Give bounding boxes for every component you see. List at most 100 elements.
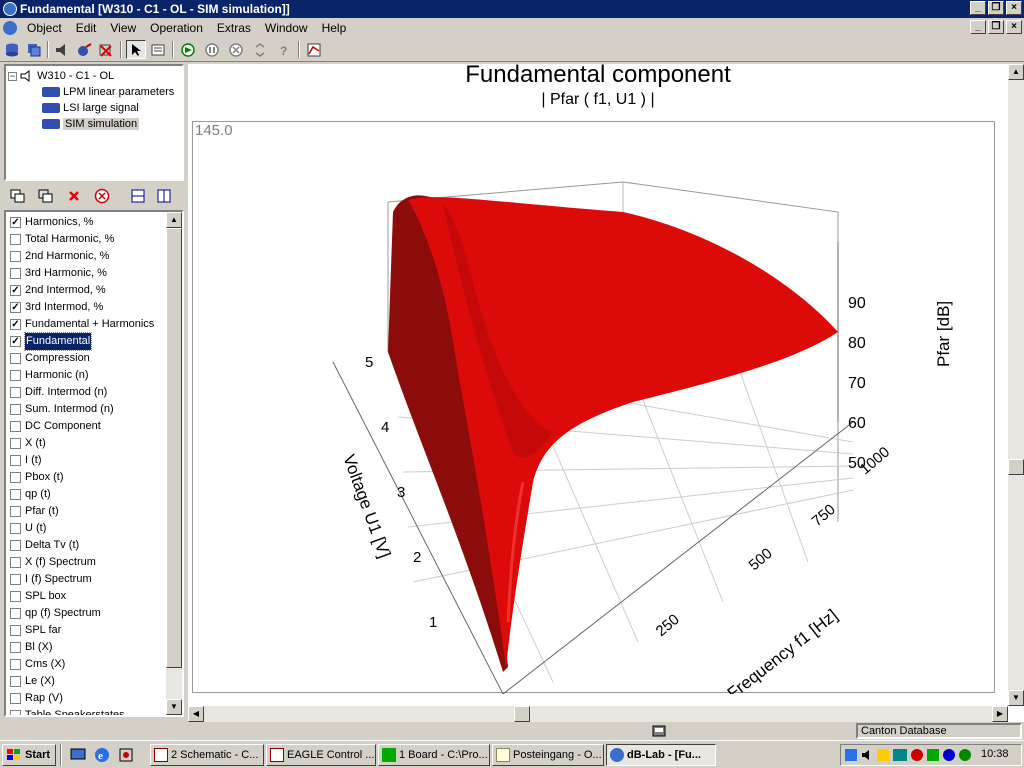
tray-status-icon[interactable]: [959, 749, 971, 761]
checkbox[interactable]: [10, 710, 21, 715]
tray-sync-icon[interactable]: [927, 749, 939, 761]
list-item[interactable]: ✓ 3rd Intermod, %: [10, 299, 103, 316]
checkbox[interactable]: [10, 693, 21, 704]
tray-globe-icon[interactable]: [943, 749, 955, 761]
menu-help[interactable]: Help: [315, 21, 354, 35]
list-item[interactable]: SPL box: [10, 588, 66, 605]
child-close-button[interactable]: ×: [1006, 20, 1022, 34]
task-board[interactable]: 1 Board - C:\Pro...: [378, 744, 490, 766]
chart-scroll-right[interactable]: ▶: [992, 706, 1008, 722]
list-item[interactable]: ✓ 2nd Intermod, %: [10, 282, 106, 299]
checkbox[interactable]: [10, 438, 21, 449]
list-item[interactable]: Delta Tv (t): [10, 537, 79, 554]
select-tool-icon[interactable]: [126, 40, 146, 59]
task-dblab[interactable]: dB-Lab - [Fu...: [606, 744, 716, 766]
checkbox[interactable]: [10, 642, 21, 653]
tray-printer-icon[interactable]: [893, 749, 907, 761]
child-minimize-button[interactable]: _: [970, 20, 986, 34]
checkbox[interactable]: [10, 234, 21, 245]
chart-hscroll[interactable]: ◀ ▶: [188, 706, 1008, 722]
chart-scroll-up[interactable]: ▲: [1008, 64, 1024, 80]
chart-vscroll[interactable]: ▲ ▼: [1008, 64, 1024, 706]
multi-database-icon[interactable]: [24, 40, 44, 59]
checkbox[interactable]: [10, 659, 21, 670]
list-item[interactable]: Le (X): [10, 673, 55, 690]
checkbox[interactable]: [10, 404, 21, 415]
list-item[interactable]: Bl (X): [10, 639, 53, 656]
list-item[interactable]: ✓ Fundamental + Harmonics: [10, 316, 154, 333]
scroll-up-button[interactable]: ▲: [166, 212, 182, 228]
start-button[interactable]: Start: [2, 744, 56, 766]
checkbox[interactable]: [10, 387, 21, 398]
run-icon[interactable]: [178, 40, 198, 59]
list-item[interactable]: Table Speakerstates: [10, 707, 125, 715]
checkbox[interactable]: [10, 268, 21, 279]
list-item[interactable]: Pfar (t): [10, 503, 59, 520]
menu-edit[interactable]: Edit: [69, 21, 104, 35]
checkbox[interactable]: [10, 591, 21, 602]
list-item[interactable]: 3rd Harmonic, %: [10, 265, 107, 282]
list-item[interactable]: I (t): [10, 452, 42, 469]
list-item[interactable]: Total Harmonic, %: [10, 231, 114, 248]
tray-app-icon[interactable]: [877, 749, 889, 761]
tree-root[interactable]: − W310 - C1 - OL: [8, 68, 114, 84]
chart-scroll-left[interactable]: ◀: [188, 706, 204, 722]
checkbox[interactable]: [10, 421, 21, 432]
scroll-down-button[interactable]: ▼: [166, 699, 182, 715]
list-item[interactable]: U (t): [10, 520, 46, 537]
checkbox[interactable]: [10, 506, 21, 517]
chart-icon[interactable]: [304, 40, 324, 59]
chart-scroll-down[interactable]: ▼: [1008, 690, 1024, 706]
close-button[interactable]: ×: [1006, 1, 1022, 15]
checkbox[interactable]: [10, 540, 21, 551]
list-item[interactable]: X (f) Spectrum: [10, 554, 96, 571]
list-item[interactable]: Pbox (t): [10, 469, 64, 486]
tree-item-sim[interactable]: SIM simulation: [42, 116, 140, 132]
menu-view[interactable]: View: [103, 21, 143, 35]
paste-item-icon[interactable]: [36, 186, 56, 205]
properties-icon[interactable]: [148, 40, 168, 59]
menu-operation[interactable]: Operation: [143, 21, 210, 35]
list-item[interactable]: qp (f) Spectrum: [10, 605, 101, 622]
step-icon[interactable]: [250, 40, 270, 59]
menu-window[interactable]: Window: [258, 21, 315, 35]
list-item[interactable]: Harmonic (n): [10, 367, 89, 384]
list-item[interactable]: DC Component: [10, 418, 101, 435]
split-vertical-icon[interactable]: [154, 186, 174, 205]
list-item[interactable]: Diff. Intermod (n): [10, 384, 107, 401]
restore-button[interactable]: ❐: [988, 1, 1004, 15]
list-item[interactable]: Cms (X): [10, 656, 65, 673]
list-item[interactable]: Compression: [10, 350, 90, 367]
checkbox[interactable]: [10, 455, 21, 466]
split-horizontal-icon[interactable]: [128, 186, 148, 205]
checkbox[interactable]: ✓: [10, 285, 21, 296]
speaker-icon[interactable]: [52, 40, 72, 59]
checkbox[interactable]: ✓: [10, 217, 21, 228]
list-scrollbar[interactable]: ▲ ▼: [166, 212, 182, 715]
checkbox[interactable]: [10, 676, 21, 687]
scroll-thumb[interactable]: [166, 228, 182, 668]
checkbox[interactable]: [10, 523, 21, 534]
checkbox[interactable]: [10, 251, 21, 262]
chart-vscroll-thumb[interactable]: [1008, 459, 1024, 475]
cancel-icon[interactable]: [92, 186, 112, 205]
help-icon[interactable]: ?: [274, 40, 294, 59]
checkbox[interactable]: [10, 370, 21, 381]
list-item[interactable]: qp (t): [10, 486, 51, 503]
probe-icon[interactable]: [74, 40, 94, 59]
minimize-button[interactable]: _: [970, 1, 986, 15]
list-item[interactable]: Sum. Intermod (n): [10, 401, 114, 418]
chart-hscroll-thumb[interactable]: [514, 706, 530, 722]
delete-icon[interactable]: [64, 186, 84, 205]
checkbox[interactable]: ✓: [10, 319, 21, 330]
tree-item-lsi[interactable]: LSI large signal: [42, 100, 139, 116]
menu-object[interactable]: Object: [20, 21, 69, 35]
list-item[interactable]: ✓ Harmonics, %: [10, 214, 93, 231]
child-restore-button[interactable]: ❐: [988, 20, 1004, 34]
checkbox[interactable]: ✓: [10, 302, 21, 313]
checkbox[interactable]: [10, 625, 21, 636]
list-item[interactable]: X (t): [10, 435, 46, 452]
checkbox[interactable]: [10, 557, 21, 568]
ie-icon[interactable]: e: [94, 747, 110, 766]
list-item[interactable]: ✓ Fundamental: [10, 332, 93, 351]
